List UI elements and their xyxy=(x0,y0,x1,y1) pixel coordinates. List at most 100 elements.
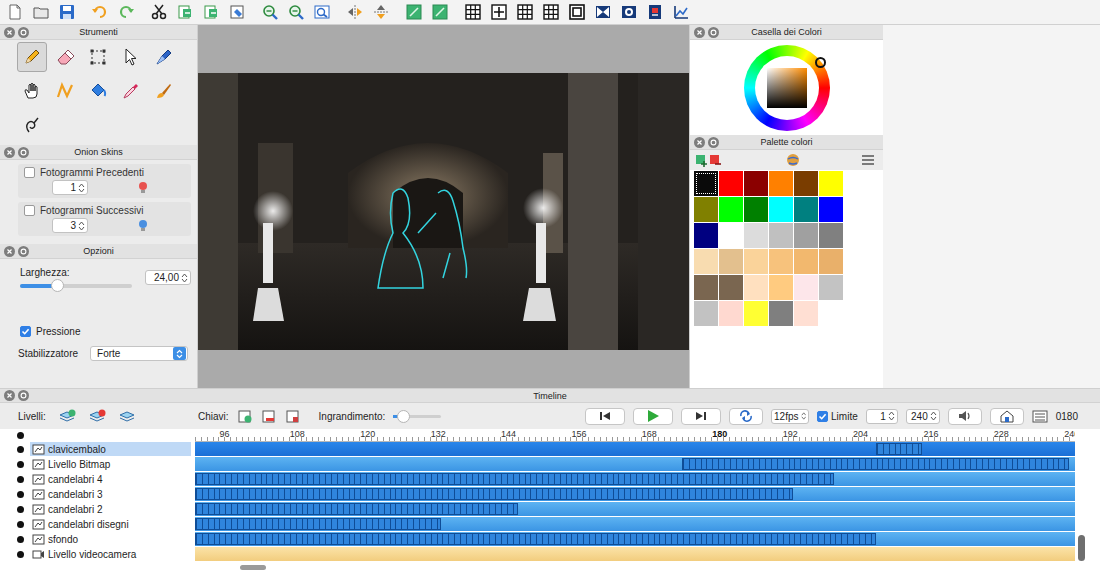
float-dock-icon[interactable] xyxy=(18,246,29,257)
pressure-checkbox[interactable] xyxy=(20,326,31,337)
tool-button[interactable] xyxy=(50,76,80,106)
palette-globe-icon[interactable] xyxy=(786,153,800,167)
next-frame-button[interactable] xyxy=(681,408,721,425)
onion-frames-spinbox[interactable]: 3 xyxy=(52,218,88,233)
tool-button[interactable] xyxy=(17,76,47,106)
color-swatch[interactable] xyxy=(819,223,843,248)
color-swatch[interactable] xyxy=(694,171,718,196)
color-swatch[interactable] xyxy=(769,301,793,326)
color-swatch[interactable] xyxy=(819,197,843,222)
layer-track[interactable] xyxy=(195,487,1075,501)
visibility-dot[interactable] xyxy=(17,521,24,528)
color-swatch[interactable] xyxy=(794,249,818,274)
spin-arrows-icon[interactable] xyxy=(930,410,937,422)
color-swatch[interactable] xyxy=(744,197,768,222)
color-swatch[interactable] xyxy=(794,171,818,196)
toolbar-button[interactable] xyxy=(668,1,694,23)
color-swatch[interactable] xyxy=(719,275,743,300)
color-swatch[interactable] xyxy=(744,223,768,248)
toolbar-button[interactable] xyxy=(427,1,453,23)
float-dock-icon[interactable] xyxy=(18,147,29,158)
tool-button[interactable] xyxy=(17,110,47,140)
close-dock-icon[interactable] xyxy=(694,137,705,148)
color-swatch[interactable] xyxy=(794,223,818,248)
toolbar-button[interactable] xyxy=(283,1,309,23)
visibility-dot[interactable] xyxy=(17,506,24,513)
layer-track[interactable] xyxy=(195,532,1075,546)
color-swatch[interactable] xyxy=(694,223,718,248)
duplicate-layer-icon[interactable] xyxy=(118,409,136,423)
toolbar-button[interactable] xyxy=(309,1,335,23)
color-swatch[interactable] xyxy=(719,301,743,326)
layer-track[interactable] xyxy=(195,472,1075,486)
drawing-canvas[interactable] xyxy=(198,73,689,350)
color-swatch[interactable] xyxy=(694,301,718,326)
color-swatch[interactable] xyxy=(769,249,793,274)
layer-track[interactable] xyxy=(195,502,1075,516)
close-dock-icon[interactable] xyxy=(694,27,705,38)
slider-handle[interactable] xyxy=(51,279,64,292)
play-button[interactable] xyxy=(633,408,673,425)
color-swatch[interactable] xyxy=(694,275,718,300)
visibility-dot[interactable] xyxy=(17,491,24,498)
loop-button[interactable] xyxy=(729,408,763,425)
color-swatch[interactable] xyxy=(794,301,818,326)
keyframe-span[interactable] xyxy=(195,518,441,530)
tool-button[interactable] xyxy=(83,42,113,72)
dock-title[interactable]: Timeline xyxy=(0,389,1100,403)
color-swatch[interactable] xyxy=(769,275,793,300)
color-swatch[interactable] xyxy=(819,275,843,300)
color-swatch[interactable] xyxy=(769,223,793,248)
tool-button[interactable] xyxy=(116,42,146,72)
timeline-menu-icon[interactable] xyxy=(1032,410,1048,423)
layer-row[interactable]: candelabri 4 xyxy=(0,472,195,487)
toolbar-button[interactable] xyxy=(342,1,368,23)
color-swatch[interactable] xyxy=(719,171,743,196)
float-dock-icon[interactable] xyxy=(18,390,29,401)
visibility-dot[interactable] xyxy=(17,476,24,483)
color-wheel[interactable] xyxy=(744,45,830,131)
color-swatch[interactable] xyxy=(719,197,743,222)
add-layer-icon[interactable] xyxy=(58,409,76,423)
toolbar-button[interactable] xyxy=(368,1,394,23)
range-end-spinbox[interactable]: 240 xyxy=(906,409,940,424)
close-dock-icon[interactable] xyxy=(4,27,15,38)
dock-title[interactable]: Onion Skins xyxy=(0,145,197,160)
slider-handle[interactable] xyxy=(397,410,410,423)
visibility-dot[interactable] xyxy=(17,461,24,468)
tool-button[interactable] xyxy=(149,42,179,72)
dock-title[interactable]: Casella dei Colori xyxy=(690,25,883,40)
visibility-dot[interactable] xyxy=(17,446,24,453)
sound-button[interactable] xyxy=(948,408,982,425)
color-swatch[interactable] xyxy=(769,197,793,222)
lightbulb-icon[interactable] xyxy=(138,219,148,233)
dock-title[interactable]: Strumenti xyxy=(0,25,197,40)
dock-title[interactable]: Opzioni xyxy=(0,244,197,259)
limit-option[interactable]: Limite xyxy=(817,411,858,422)
layer-track[interactable] xyxy=(195,547,1075,561)
color-swatch[interactable] xyxy=(694,249,718,274)
color-swatch[interactable] xyxy=(794,275,818,300)
toolbar-button[interactable] xyxy=(642,1,668,23)
tool-button[interactable] xyxy=(50,42,80,72)
color-swatch[interactable] xyxy=(794,197,818,222)
layer-track[interactable] xyxy=(195,517,1075,531)
scroll-thumb[interactable] xyxy=(240,565,266,570)
vertical-scrollbar[interactable] xyxy=(1075,429,1100,563)
previous-frame-button[interactable] xyxy=(585,408,625,425)
color-swatch[interactable] xyxy=(819,171,843,196)
width-spinbox[interactable]: 24,00 xyxy=(145,270,191,285)
remove-layer-icon[interactable] xyxy=(88,409,106,423)
toolbar-button[interactable] xyxy=(113,1,139,23)
toolbar-button[interactable] xyxy=(54,1,80,23)
layer-row[interactable]: sfondo xyxy=(0,532,195,547)
visibility-dot[interactable] xyxy=(17,551,24,558)
toolbar-button[interactable] xyxy=(590,1,616,23)
float-dock-icon[interactable] xyxy=(708,137,719,148)
toolbar-button[interactable] xyxy=(172,1,198,23)
lightbulb-icon[interactable] xyxy=(138,181,148,195)
visibility-dot[interactable] xyxy=(17,536,24,543)
color-swatch[interactable] xyxy=(769,171,793,196)
keyframe-span[interactable] xyxy=(195,533,876,545)
onion-checkbox-row[interactable]: Fotogrammi Precedenti xyxy=(24,167,185,178)
